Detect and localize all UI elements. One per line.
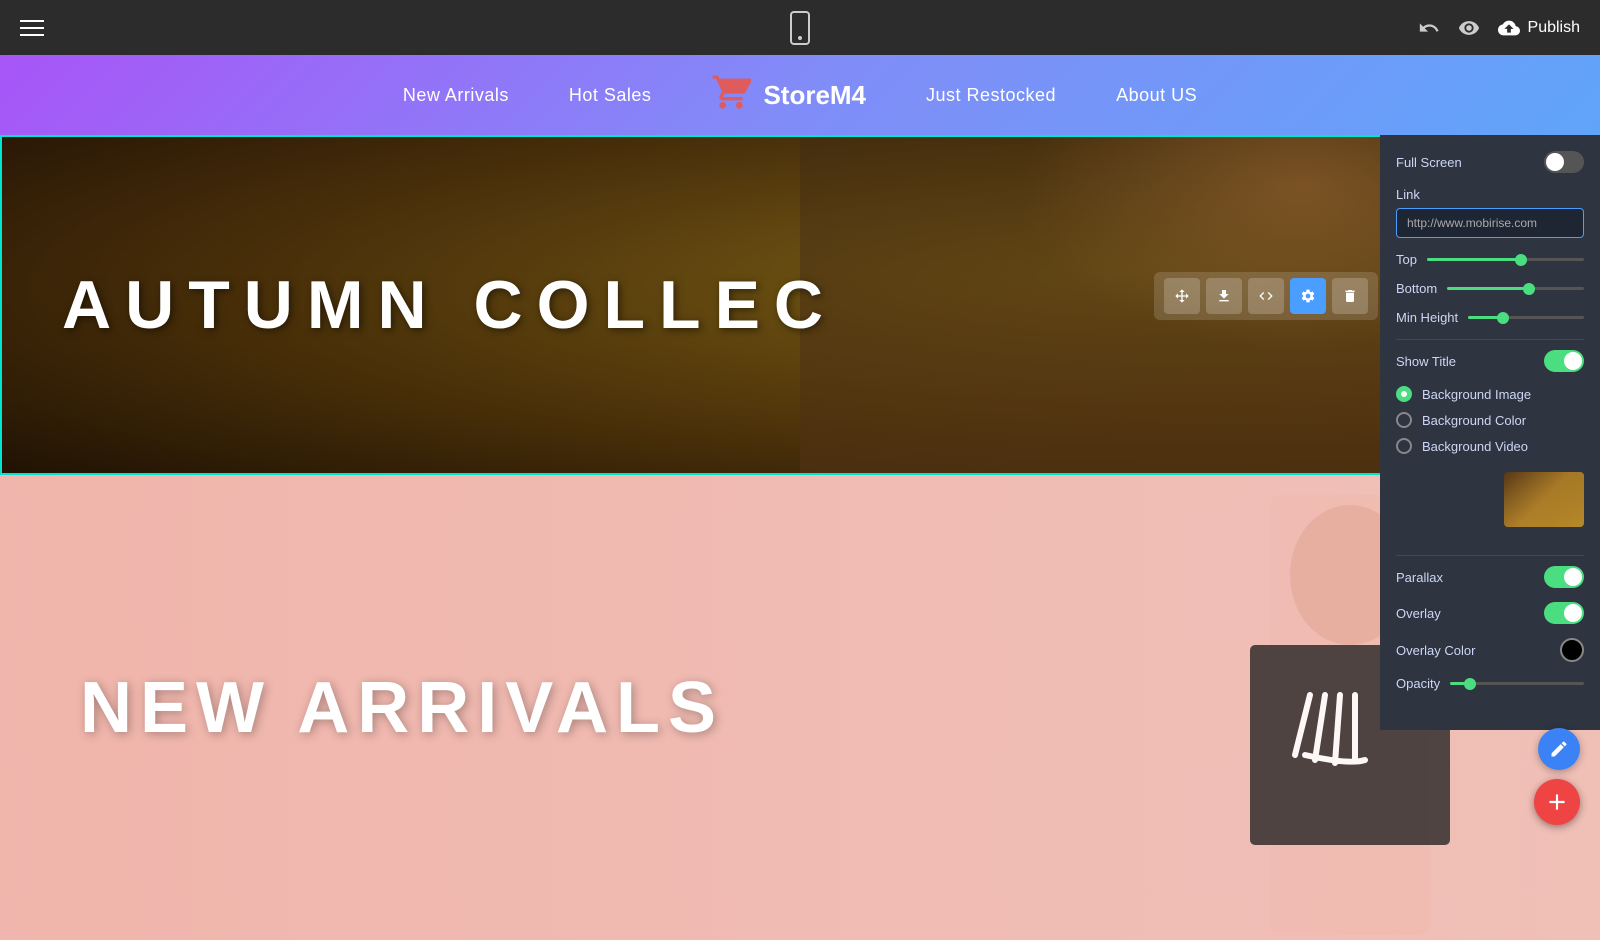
- hero-section: AUTUMN COLLEC: [0, 135, 1600, 475]
- top-slider-fill: [1427, 258, 1521, 261]
- bg-color-radio: [1396, 412, 1412, 428]
- edit-fab[interactable]: [1538, 728, 1580, 770]
- bg-image-label: Background Image: [1422, 387, 1531, 402]
- bg-image-radio: [1396, 386, 1412, 402]
- opacity-slider[interactable]: [1450, 682, 1584, 685]
- bg-color-label: Background Color: [1422, 413, 1526, 428]
- undo-button[interactable]: [1418, 17, 1440, 39]
- settings-panel: Full Screen Link Top Bottom Min Height: [1380, 135, 1600, 730]
- new-arrivals-section: NEW ARRIVALS: [0, 475, 1600, 940]
- bottom-slider[interactable]: [1447, 287, 1584, 290]
- bottom-slider-thumb: [1523, 283, 1535, 295]
- download-tool-button[interactable]: [1206, 278, 1242, 314]
- full-screen-knob: [1546, 153, 1564, 171]
- bottom-slider-fill: [1447, 287, 1529, 290]
- link-label-row: Link: [1396, 187, 1584, 202]
- parallax-knob: [1564, 568, 1582, 586]
- overlay-label: Overlay: [1396, 606, 1441, 621]
- overlay-row: Overlay: [1396, 602, 1584, 624]
- bg-video-label: Background Video: [1422, 439, 1528, 454]
- min-height-slider-thumb: [1497, 312, 1509, 324]
- link-row: Link: [1396, 187, 1584, 252]
- top-label: Top: [1396, 252, 1417, 267]
- add-fab[interactable]: [1534, 779, 1580, 825]
- bg-color-row[interactable]: Background Color: [1396, 412, 1584, 428]
- publish-button[interactable]: Publish: [1498, 17, 1580, 39]
- bg-thumbnail-container: [1396, 464, 1584, 541]
- show-title-label: Show Title: [1396, 354, 1456, 369]
- show-title-toggle[interactable]: [1544, 350, 1584, 372]
- overlay-knob: [1564, 604, 1582, 622]
- toolbar-left: [20, 20, 44, 36]
- overlay-color-label: Overlay Color: [1396, 643, 1475, 658]
- menu-button[interactable]: [20, 20, 44, 36]
- code-tool-button[interactable]: [1248, 278, 1284, 314]
- panel-divider-2: [1396, 555, 1584, 556]
- opacity-slider-thumb: [1464, 678, 1476, 690]
- phone-icon[interactable]: [790, 11, 810, 45]
- parallax-row: Parallax: [1396, 566, 1584, 588]
- parallax-toggle[interactable]: [1544, 566, 1584, 588]
- nav-item-new-arrivals[interactable]: New Arrivals: [403, 85, 509, 106]
- bg-image-row[interactable]: Background Image: [1396, 386, 1584, 402]
- show-title-row: Show Title: [1396, 350, 1584, 372]
- full-screen-row: Full Screen: [1396, 151, 1584, 173]
- preview-button[interactable]: [1458, 17, 1480, 39]
- show-title-knob: [1564, 352, 1582, 370]
- hero-title: AUTUMN COLLEC: [2, 266, 837, 344]
- brand-name[interactable]: StoreM4: [763, 80, 866, 111]
- top-row: Top: [1396, 252, 1584, 267]
- link-label: Link: [1396, 187, 1420, 202]
- bg-thumbnail[interactable]: [1504, 472, 1584, 527]
- toolbar-center: [790, 11, 810, 45]
- full-screen-toggle[interactable]: [1544, 151, 1584, 173]
- move-tool-button[interactable]: [1164, 278, 1200, 314]
- min-height-slider[interactable]: [1468, 316, 1584, 319]
- nav-item-just-restocked[interactable]: Just Restocked: [926, 85, 1056, 106]
- nav-brand: StoreM4: [711, 72, 866, 119]
- link-input[interactable]: [1396, 208, 1584, 238]
- navbar: New Arrivals Hot Sales StoreM4 Just Rest…: [0, 55, 1600, 135]
- settings-toolbar: [1154, 272, 1378, 320]
- phone-home-dot: [798, 36, 802, 40]
- opacity-label: Opacity: [1396, 676, 1440, 691]
- trash-tool-button[interactable]: [1332, 278, 1368, 314]
- top-slider-thumb: [1515, 254, 1527, 266]
- bg-thumbnail-inner: [1504, 472, 1584, 527]
- panel-divider-1: [1396, 339, 1584, 340]
- top-slider[interactable]: [1427, 258, 1584, 261]
- nav-item-hot-sales[interactable]: Hot Sales: [569, 85, 652, 106]
- hamburger-icon: [20, 20, 44, 36]
- publish-label: Publish: [1528, 19, 1580, 37]
- arrivals-title: NEW ARRIVALS: [0, 667, 724, 749]
- nav-item-about-us[interactable]: About US: [1116, 85, 1197, 106]
- opacity-row: Opacity: [1396, 676, 1584, 691]
- cart-icon: [711, 72, 751, 119]
- overlay-color-row: Overlay Color: [1396, 638, 1584, 662]
- bottom-row: Bottom: [1396, 281, 1584, 296]
- full-screen-label: Full Screen: [1396, 155, 1462, 170]
- bg-video-radio: [1396, 438, 1412, 454]
- overlay-color-swatch[interactable]: [1560, 638, 1584, 662]
- parallax-label: Parallax: [1396, 570, 1443, 585]
- min-height-row: Min Height: [1396, 310, 1584, 325]
- bg-video-row[interactable]: Background Video: [1396, 438, 1584, 454]
- bottom-label: Bottom: [1396, 281, 1437, 296]
- overlay-toggle[interactable]: [1544, 602, 1584, 624]
- min-height-label: Min Height: [1396, 310, 1458, 325]
- toolbar-right: Publish: [1418, 17, 1580, 39]
- top-toolbar: Publish: [0, 0, 1600, 55]
- gear-tool-button[interactable]: [1290, 278, 1326, 314]
